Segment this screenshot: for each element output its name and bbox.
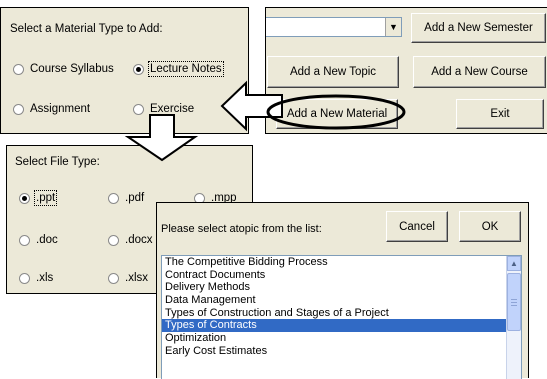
- down-arrow-icon: [124, 114, 199, 162]
- annotation-overlay: [124, 80, 406, 162]
- highlight-ellipse: [266, 94, 406, 130]
